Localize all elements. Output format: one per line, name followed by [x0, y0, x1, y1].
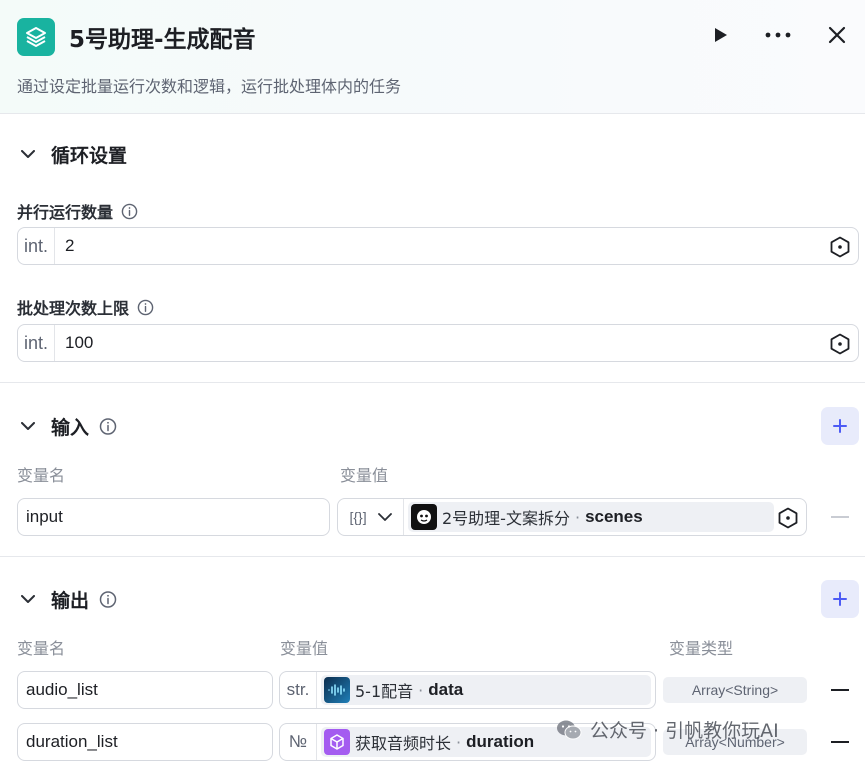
section-title-input: 输入 [51, 417, 90, 439]
input-var-name[interactable]: input [26, 507, 63, 527]
variable-reference-chip[interactable]: 2号助理-文案拆分 · scenes [408, 502, 774, 532]
watermark: 公众号 · 引帆教你玩AI [556, 716, 779, 743]
info-icon[interactable] [99, 591, 117, 609]
chevron-down-icon[interactable] [17, 589, 39, 611]
output-var-value-field[interactable]: str. 5-1配音 · data [279, 671, 656, 709]
node-title[interactable]: 5号助理-生成配音 [69, 20, 256, 54]
chevron-down-icon[interactable] [377, 512, 392, 522]
batch-limit-label-text: 批处理次数上限 [17, 299, 130, 318]
add-output-button[interactable] [821, 580, 859, 618]
more-icon[interactable] [763, 20, 793, 50]
string-type-tag: str. [280, 672, 317, 708]
col-header-name: 变量名 [17, 639, 66, 658]
info-icon[interactable] [99, 418, 117, 436]
robot-icon [411, 504, 437, 530]
section-loop-settings[interactable]: 循环设置 [17, 141, 127, 168]
close-icon[interactable] [822, 20, 852, 50]
object-array-type-tag: [{}] [349, 509, 367, 525]
section-divider [0, 382, 865, 383]
number-type-tag: № [280, 724, 317, 760]
batch-limit-value[interactable]: 100 [65, 333, 93, 353]
parallel-count-input[interactable]: int. 2 [17, 227, 859, 265]
wechat-icon [557, 720, 582, 739]
section-title-loop: 循环设置 [51, 145, 128, 167]
ref-node-name: 获取音频时长 [355, 734, 452, 753]
col-header-value: 变量值 [280, 639, 329, 658]
col-header-type: 变量类型 [669, 639, 734, 658]
section-output[interactable]: 输出 [17, 586, 117, 613]
variable-ref-icon[interactable] [829, 333, 851, 355]
remove-row-icon[interactable] [831, 516, 849, 518]
int-type-tag: int. [18, 228, 55, 264]
parallel-count-label: 并行运行数量 [17, 199, 138, 223]
var-type-badge: Array<String> [663, 677, 807, 703]
section-divider [0, 556, 865, 557]
col-header-value: 变量值 [340, 466, 389, 485]
output-var-name-field[interactable]: audio_list [17, 671, 273, 709]
ref-separator: · [456, 732, 462, 752]
play-icon[interactable] [705, 20, 735, 50]
ref-node-name: 2号助理-文案拆分 [442, 509, 570, 528]
ref-var-name: data [428, 680, 464, 699]
parallel-count-label-text: 并行运行数量 [17, 203, 114, 222]
ref-separator: · [418, 680, 424, 700]
audio-wave-icon [324, 677, 350, 703]
type-select[interactable]: [{}] [338, 499, 404, 535]
int-type-tag: int. [18, 325, 55, 361]
variable-ref-icon[interactable] [829, 236, 851, 258]
output-var-name[interactable]: audio_list [26, 680, 98, 700]
chevron-down-icon[interactable] [17, 144, 39, 166]
ref-var-name: duration [466, 732, 535, 751]
chevron-down-icon[interactable] [17, 416, 39, 438]
layers-icon [17, 18, 55, 56]
node-description: 通过设定批量运行次数和逻辑，运行批处理体内的任务 [17, 77, 402, 96]
section-title-output: 输出 [51, 590, 90, 612]
batch-limit-label: 批处理次数上限 [17, 295, 154, 319]
input-var-value-field[interactable]: [{}] 2号助理-文案拆分 · scenes [337, 498, 807, 536]
ref-var-name: scenes [585, 507, 643, 526]
remove-row-icon[interactable] [831, 741, 849, 743]
batch-limit-input[interactable]: int. 100 [17, 324, 859, 362]
ref-node-name: 5-1配音 [355, 682, 414, 701]
input-var-name-field[interactable]: input [17, 498, 330, 536]
node-header: 5号助理-生成配音 通过设定批量运行次数和逻辑，运行批处理体内的任务 [0, 0, 865, 114]
remove-row-icon[interactable] [831, 689, 849, 691]
parallel-count-value[interactable]: 2 [65, 236, 74, 256]
col-header-name: 变量名 [17, 466, 66, 485]
cube-icon [324, 729, 350, 755]
info-icon[interactable] [136, 298, 154, 316]
output-var-name-field[interactable]: duration_list [17, 723, 273, 761]
section-input[interactable]: 输入 [17, 413, 117, 440]
variable-reference-chip[interactable]: 5-1配音 · data [321, 675, 651, 705]
info-icon[interactable] [120, 202, 138, 220]
watermark-text: 公众号 · 引帆教你玩AI [590, 720, 779, 742]
output-var-name[interactable]: duration_list [26, 732, 118, 752]
add-input-button[interactable] [821, 407, 859, 445]
ref-separator: · [574, 507, 581, 527]
variable-ref-icon[interactable] [777, 507, 799, 533]
